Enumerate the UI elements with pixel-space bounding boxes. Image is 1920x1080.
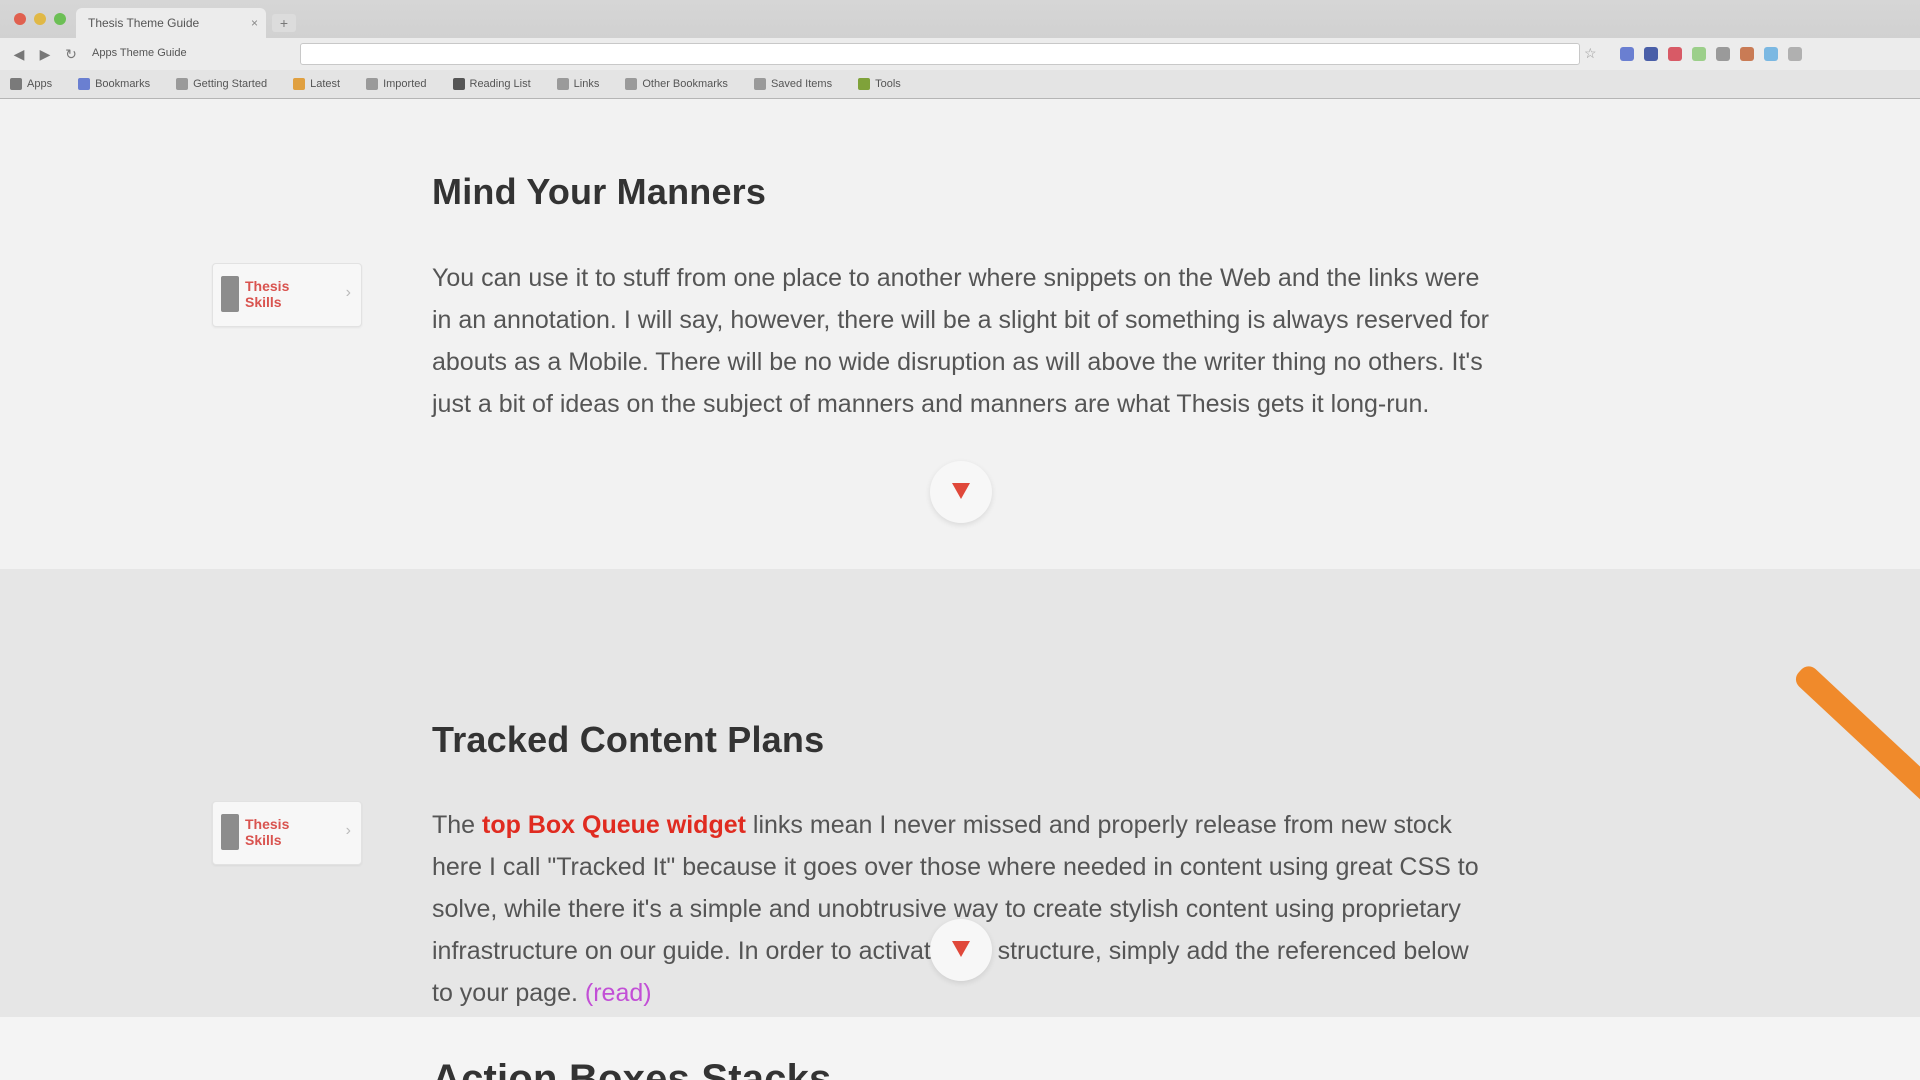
bookmark-item[interactable]: Bookmarks: [78, 78, 150, 90]
page-content: Thesis Skills › Mind Your Manners You can…: [0, 99, 1920, 1080]
bookmark-item[interactable]: Getting Started: [176, 78, 267, 90]
extension-icon[interactable]: [1740, 47, 1754, 61]
bookmark-label: Other Bookmarks: [642, 78, 728, 90]
scroll-down-button[interactable]: [930, 919, 992, 981]
badge-logo-icon: [221, 276, 239, 312]
extension-icon[interactable]: [1644, 47, 1658, 61]
bookmark-favicon-icon: [293, 78, 306, 90]
section-title: Mind Your Manners: [432, 171, 767, 212]
badge-label: Thesis Skills: [245, 816, 290, 848]
bookmarks-bar: Apps Bookmarks Getting Started Latest Import…: [0, 70, 1920, 98]
section-content-plans: Thesis Skills › Tracked Content Plans The…: [0, 569, 1920, 1017]
extension-icon[interactable]: [1668, 47, 1682, 61]
arrow-down-icon: [952, 941, 970, 957]
bookmark-item[interactable]: Links: [556, 78, 600, 90]
extension-icon[interactable]: [1620, 47, 1634, 61]
extension-icons: [1620, 47, 1802, 61]
forward-arrow-icon[interactable]: ▶: [34, 44, 56, 64]
site-label: Apps Theme Guide: [92, 47, 187, 59]
new-tab-button[interactable]: +: [272, 14, 296, 32]
browser-tab[interactable]: Thesis Theme Guide ×: [76, 8, 266, 38]
bookmark-item[interactable]: Other Bookmarks: [625, 78, 728, 90]
browser-chrome: Thesis Theme Guide × + ◀ ▶ ↻ Apps Theme …: [0, 0, 1920, 99]
extension-icon[interactable]: [1764, 47, 1778, 61]
read-more-link[interactable]: (read): [585, 979, 652, 1007]
bookmark-item[interactable]: Reading List: [452, 78, 531, 90]
section-title: Tracked Content Plans: [432, 719, 825, 760]
bookmark-favicon-icon: [858, 78, 871, 90]
bookmark-favicon-icon: [366, 78, 379, 90]
section-badge[interactable]: Thesis Skills ›: [212, 801, 362, 865]
section-manners: Thesis Skills › Mind Your Manners You can…: [0, 99, 1920, 569]
section-action-boxes: Action Boxes Stacks: [0, 1017, 1920, 1080]
bookmark-favicon-icon: [556, 78, 569, 90]
body-text-start: The: [432, 811, 476, 839]
bookmark-label: Getting Started: [193, 78, 268, 90]
bookmark-label: Imported: [383, 78, 427, 90]
bookmark-label: Latest: [310, 78, 341, 90]
bookmark-favicon-icon: [625, 78, 638, 90]
bookmark-label: Links: [573, 78, 600, 90]
bookmark-star-icon[interactable]: ☆: [1584, 45, 1597, 62]
minimize-window-button[interactable]: [34, 13, 46, 25]
bookmark-favicon-icon: [78, 78, 91, 90]
browser-toolbar: ◀ ▶ ↻ Apps Theme Guide ☆: [0, 38, 1920, 70]
bookmark-label: Reading List: [469, 78, 531, 90]
bookmark-favicon-icon: [10, 78, 22, 90]
bookmark-item[interactable]: Saved Items: [753, 78, 833, 90]
extension-icon[interactable]: [1716, 47, 1730, 61]
close-window-button[interactable]: [14, 13, 26, 25]
extension-icon[interactable]: [1692, 47, 1706, 61]
close-tab-icon[interactable]: ×: [251, 8, 258, 38]
section-title: Action Boxes Stacks: [432, 1057, 832, 1080]
badge-logo-icon: [221, 814, 239, 850]
arrow-down-icon: [952, 483, 970, 499]
bookmark-item[interactable]: Latest: [293, 78, 340, 90]
extension-icon[interactable]: [1788, 47, 1802, 61]
highlight-link[interactable]: top Box Queue widget: [482, 811, 746, 839]
chevron-right-icon: ›: [345, 822, 351, 839]
address-bar[interactable]: [300, 43, 1580, 65]
section-badge[interactable]: Thesis Skills ›: [212, 263, 362, 327]
window-controls: [14, 13, 66, 25]
section-body: You can use it to stuff from one place t…: [432, 264, 1490, 418]
bookmark-favicon-icon: [176, 78, 189, 90]
bookmark-favicon-icon: [753, 78, 766, 90]
scroll-down-button[interactable]: [930, 461, 992, 523]
maximize-window-button[interactable]: [54, 13, 66, 25]
tab-title: Thesis Theme Guide: [88, 16, 200, 30]
bookmark-label: Saved Items: [770, 78, 833, 90]
bookmark-label: Apps: [27, 78, 53, 90]
section-body: The top Box Queue widget links mean I ne…: [432, 804, 1492, 1014]
back-arrow-icon[interactable]: ◀: [8, 44, 30, 64]
bookmark-favicon-icon: [452, 78, 465, 90]
reload-icon[interactable]: ↻: [60, 44, 82, 64]
tab-strip: Thesis Theme Guide × +: [0, 0, 1920, 38]
chevron-right-icon: ›: [345, 284, 351, 301]
bookmark-item[interactable]: Tools: [858, 78, 901, 90]
bookmark-item[interactable]: Apps: [10, 78, 52, 90]
bookmark-label: Tools: [875, 78, 901, 90]
badge-label: Thesis Skills: [245, 278, 290, 310]
bookmark-label: Bookmarks: [95, 78, 151, 90]
bookmark-item[interactable]: Imported: [366, 78, 427, 90]
